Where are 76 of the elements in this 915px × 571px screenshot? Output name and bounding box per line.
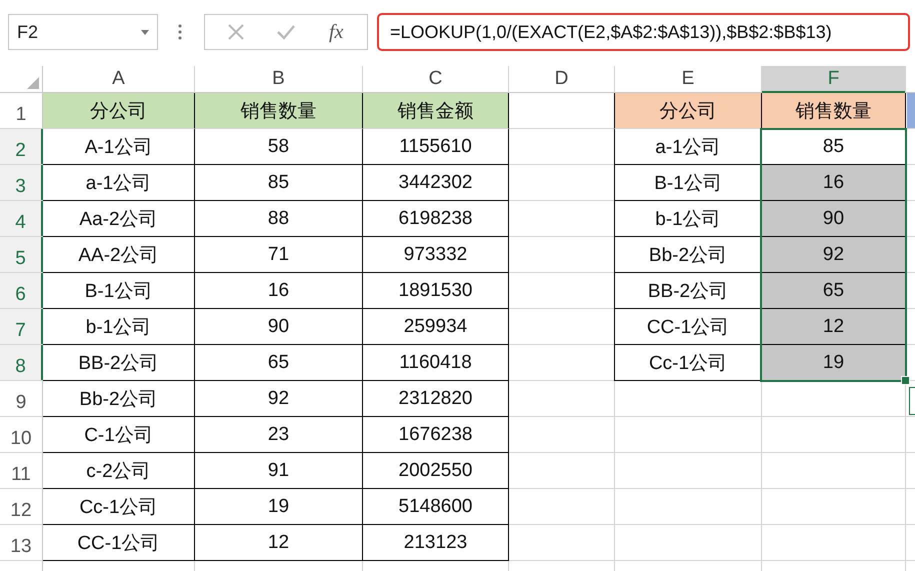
formula-field[interactable]: =LOOKUP(1,0/(EXACT(E2,$A$2:$A$13)),$B$2:$B$13) [377,13,910,51]
table-cell: 58 [195,129,363,165]
table-cell: 1676238 [363,417,509,453]
column-header[interactable]: A [43,66,194,92]
table-cell: B-1公司 [43,273,195,309]
header-cell: 分公司 [43,93,195,129]
table-cell: 92 [762,237,906,273]
table-cell: 259934 [363,309,509,345]
row-header[interactable]: 6 [0,273,43,308]
row-header[interactable]: 8 [0,345,43,380]
table-cell: CC-1公司 [43,525,195,561]
row-header[interactable]: 1 [0,93,42,128]
table-cell: 2312820 [363,381,509,417]
table-cell: 1155610 [363,129,509,165]
row-header[interactable]: 13 [0,525,42,560]
table-cell: A-1公司 [43,129,195,165]
table-cell: a-1公司 [43,165,195,201]
table-cell: 71 [195,237,363,273]
table-cell: 23 [195,417,363,453]
table-cell: 19 [195,489,363,525]
dropdown-caret-icon[interactable] [141,30,149,34]
table-cell: 3442302 [363,165,509,201]
header-cell: 销售数量 [762,93,906,129]
table-cell: 1160418 [363,345,509,381]
table-cell: C-1公司 [43,417,195,453]
row-header[interactable]: 4 [0,201,43,236]
row-header[interactable]: 11 [0,453,42,488]
cell-fill [907,93,915,128]
header-cell: 销售数量 [195,93,363,129]
row-header[interactable]: 7 [0,309,43,344]
table-cell: 88 [195,201,363,237]
row-header[interactable]: 9 [0,381,42,416]
row-header[interactable]: 5 [0,237,43,272]
row-header[interactable]: 3 [0,165,43,200]
table-cell: Bb-2公司 [43,381,195,417]
table-cell: 19 [762,345,906,381]
header-cell: 分公司 [614,93,762,129]
column-header[interactable]: C [363,66,508,92]
table-cell: 12 [762,309,906,345]
table-cell: Cc-1公司 [43,489,195,525]
table-cell: 6198238 [363,201,509,237]
table-cell: 213123 [363,525,509,561]
table-cell: 90 [762,201,906,237]
table-cell: 12 [195,525,363,561]
column-header[interactable]: B [195,66,362,92]
row-header[interactable]: 2 [0,129,43,164]
header-cell: 销售金额 [363,93,509,129]
fill-handle[interactable] [901,376,910,385]
table-cell: 85 [195,165,363,201]
more-options-icon[interactable] [178,24,182,40]
table-cell: 973332 [363,237,509,273]
table-cell: 92 [195,381,363,417]
quick-analysis-icon[interactable] [909,387,915,415]
name-box[interactable]: F2 [8,14,158,50]
table-cell: b-1公司 [43,309,195,345]
table-cell: 91 [195,453,363,489]
table-cell: AA-2公司 [43,237,195,273]
table-cell: 65 [762,273,906,309]
table-cell: 5148600 [363,489,509,525]
table-cell: 16 [195,273,363,309]
row-header[interactable]: 12 [0,489,42,524]
table-cell: 65 [195,345,363,381]
column-header[interactable]: E [615,66,761,92]
insert-function-button[interactable]: fx [326,20,346,44]
table-cell: 16 [762,165,906,201]
table-cell: 90 [195,309,363,345]
check-icon[interactable] [276,24,296,40]
table-cell: c-2公司 [43,453,195,489]
table-cell: 2002550 [363,453,509,489]
column-header[interactable]: D [509,66,614,92]
table-cell: 1891530 [363,273,509,309]
table-cell: BB-2公司 [43,345,195,381]
table-cell: a-1公司 [614,129,762,165]
table-cell: Aa-2公司 [43,201,195,237]
row-header[interactable]: 10 [0,417,42,452]
column-header[interactable]: F [762,66,905,93]
